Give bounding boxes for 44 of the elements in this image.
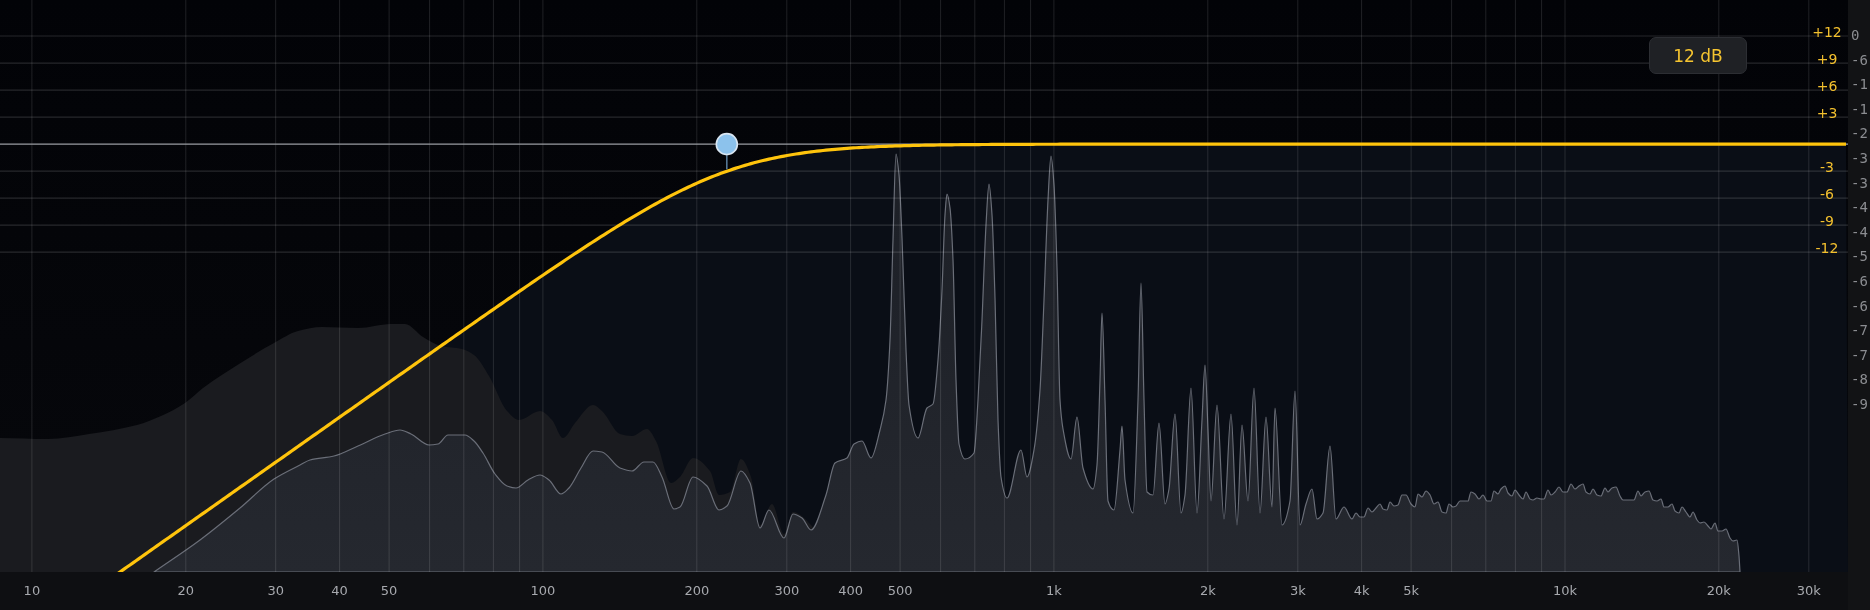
slope-badge: 12 dB (1649, 37, 1747, 74)
gain-label: +12 (1812, 24, 1842, 40)
frequency-label: 200 (684, 583, 710, 599)
level-label: -6 (1851, 296, 1868, 316)
level-label: -3 (1851, 148, 1868, 168)
level-label: -7 (1851, 321, 1868, 341)
gain-label: +9 (1816, 51, 1838, 68)
level-label: -1 (1851, 75, 1868, 95)
band-node[interactable] (715, 132, 739, 170)
level-label: -7 (1851, 345, 1868, 365)
level-label: -6 (1851, 50, 1868, 70)
level-label: -1 (1851, 99, 1868, 119)
frequency-label: 30 (267, 583, 284, 599)
frequency-label: 3k (1289, 583, 1306, 599)
frequency-label: 4k (1353, 583, 1370, 599)
frequency-label: 50 (380, 583, 398, 599)
level-label: -4 (1851, 222, 1868, 242)
level-label: -6 (1851, 271, 1868, 291)
frequency-label: 400 (838, 583, 863, 599)
level-label: -2 (1851, 124, 1868, 144)
gain-label: -12 (1815, 240, 1839, 257)
level-label: -5 (1851, 247, 1868, 267)
gain-label: -3 (1820, 159, 1834, 176)
level-label: -3 (1851, 173, 1868, 193)
level-label: -8 (1851, 370, 1868, 390)
gain-label: -9 (1820, 213, 1834, 230)
frequency-label: 500 (887, 583, 913, 599)
gain-label: +3 (1816, 105, 1838, 122)
level-label: 0 (1851, 26, 1860, 45)
gain-label: +6 (1816, 78, 1838, 95)
frequency-label: 5k (1403, 583, 1419, 599)
frequency-label: 10k (1552, 583, 1578, 599)
frequency-label: 10 (23, 583, 41, 599)
level-label: -4 (1851, 198, 1868, 218)
frequency-label: 40 (331, 583, 348, 599)
frequency-label: 100 (530, 583, 556, 599)
frequency-label: 1k (1046, 583, 1062, 599)
frequency-label: 20 (177, 583, 195, 599)
frequency-label: 2k (1199, 583, 1216, 599)
gain-label: -6 (1820, 186, 1834, 203)
frequency-label: 300 (774, 583, 800, 599)
frequency-label: 30k (1796, 583, 1821, 599)
frequency-label: 20k (1706, 583, 1731, 599)
level-label: -9 (1851, 394, 1868, 414)
